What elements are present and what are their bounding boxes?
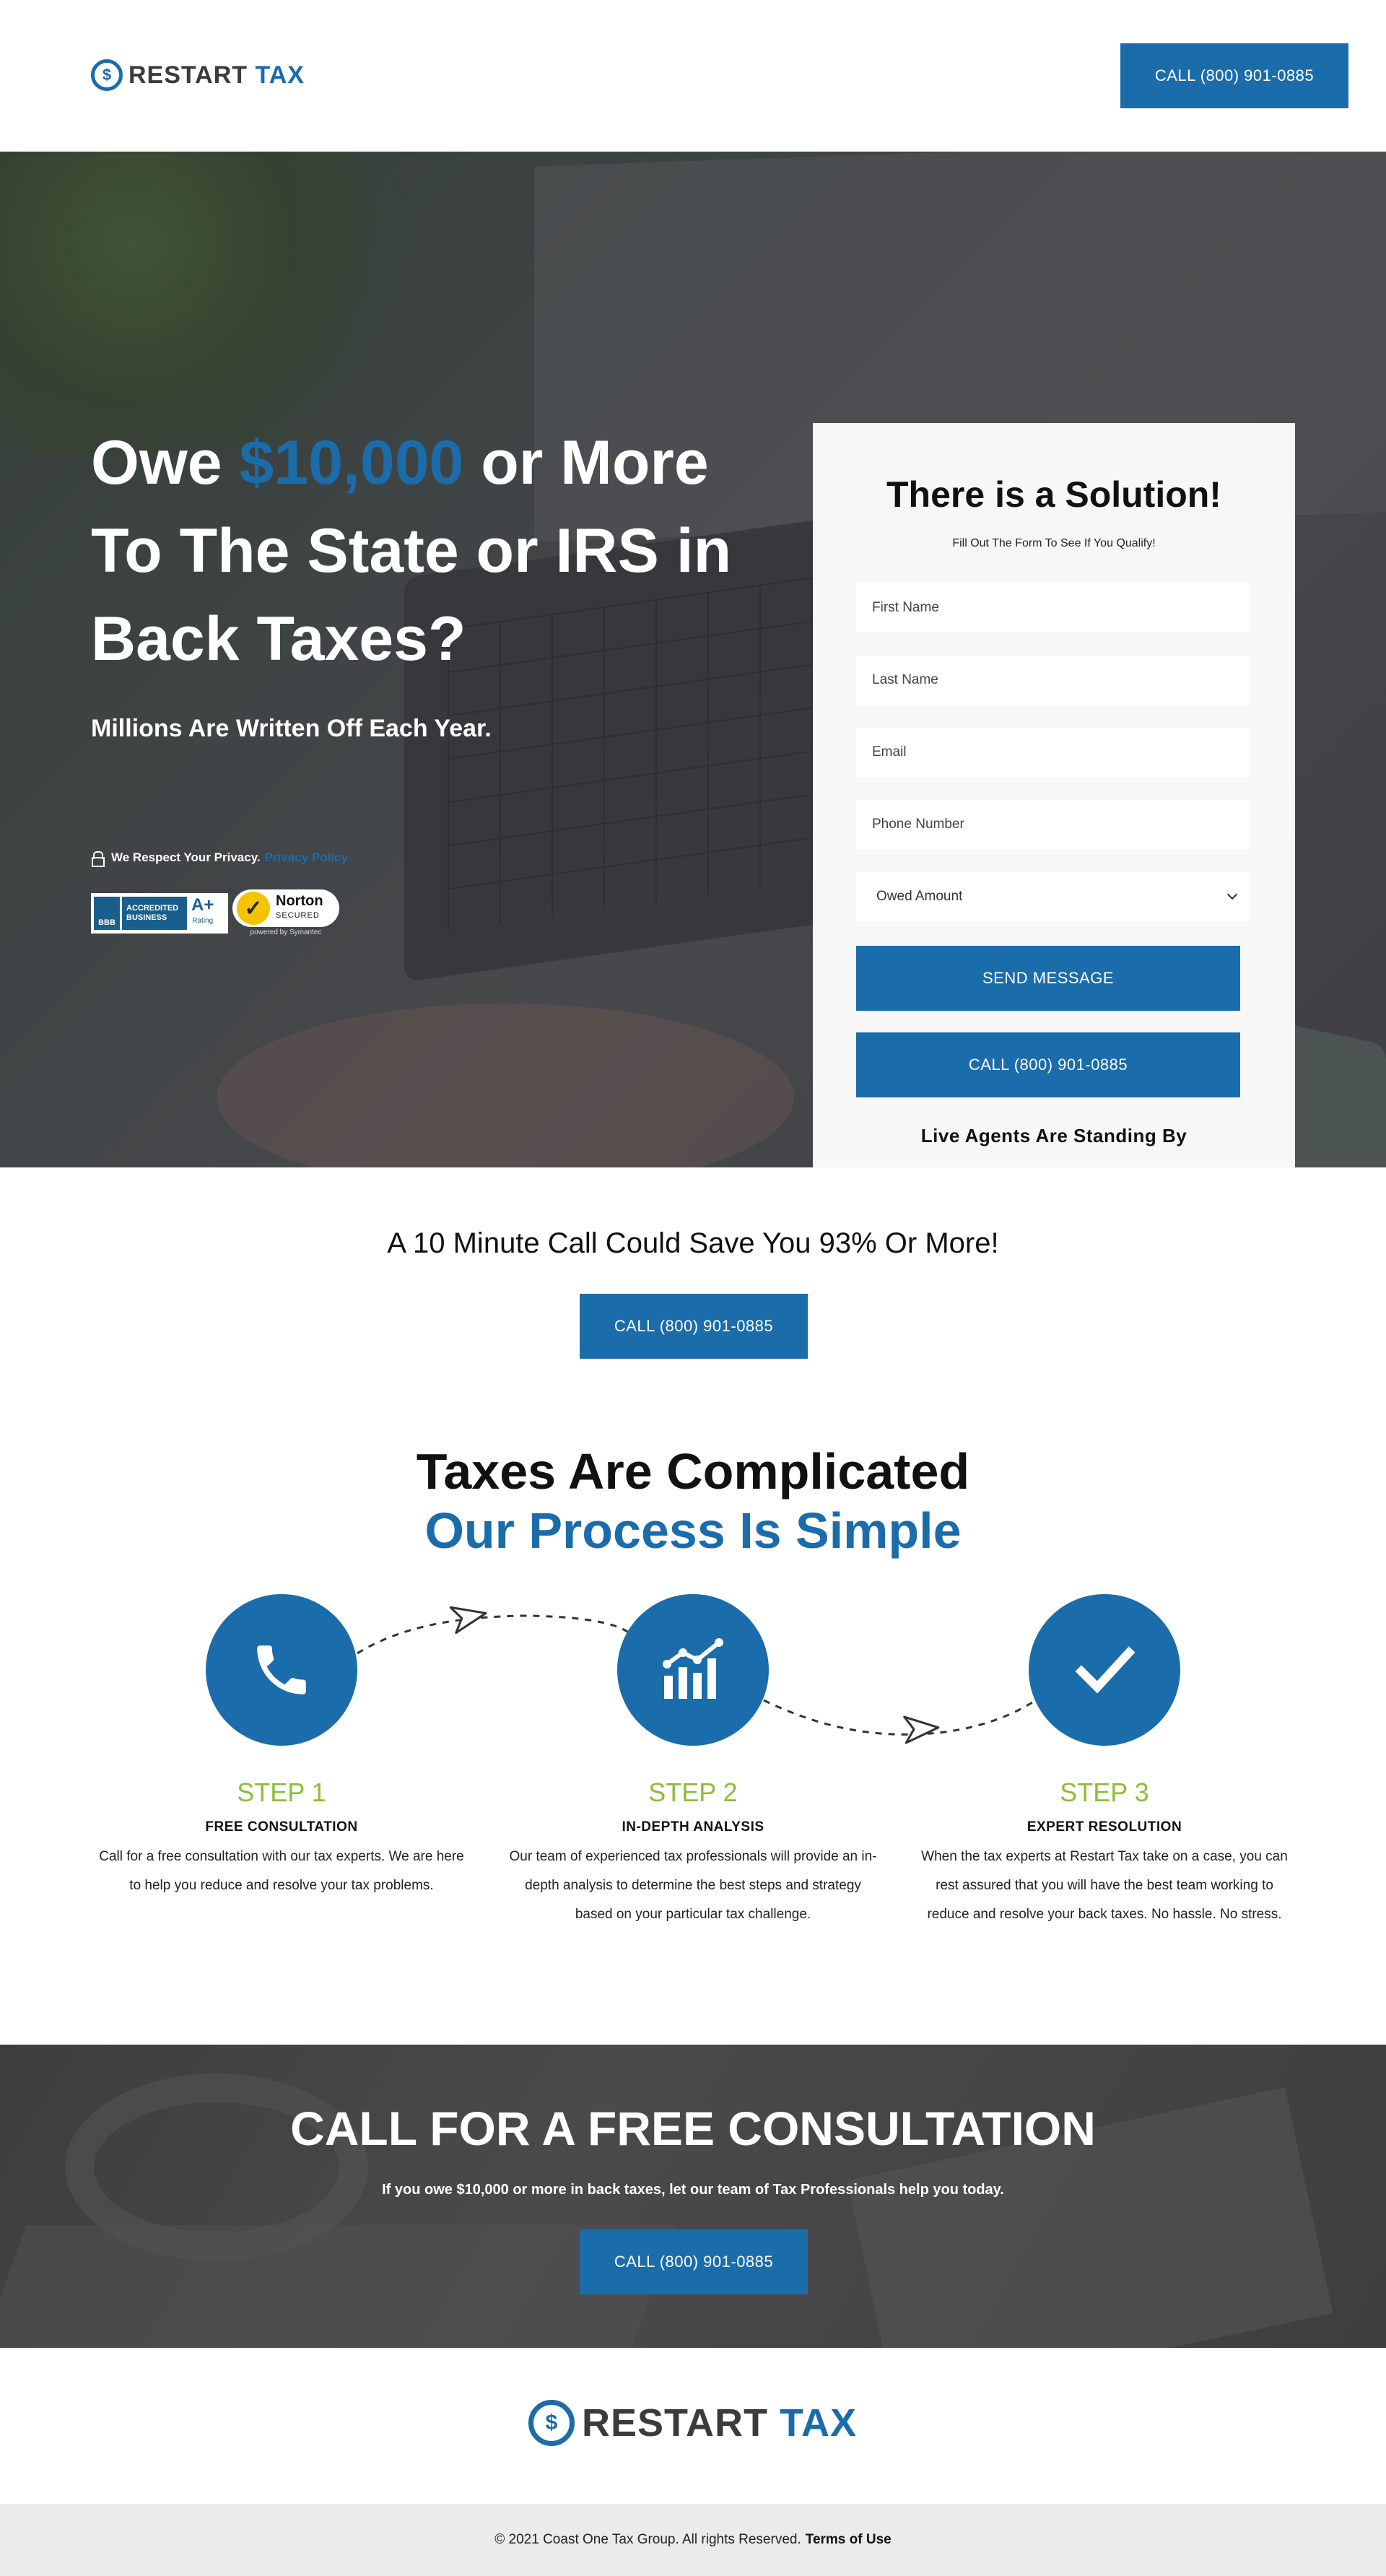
step2-description: Our team of experienced tax professional… [509,1849,877,1922]
lead-form: There is a Solution! Fill Out The Form T… [813,423,1295,1167]
dollar-logo-icon: $ [528,2400,575,2446]
send-message-button[interactable]: SEND MESSAGE [856,946,1240,1011]
hero-subtitle: Millions Are Written Off Each Year. [91,715,492,742]
hero-headline-amount: $10,000 [239,428,464,497]
phone-icon [257,1645,306,1694]
step1-circle [206,1594,357,1746]
norton-name: Norton [276,893,323,909]
bbb-rating-label: Rating [192,916,214,925]
privacy-text: We Respect Your Privacy. [111,850,261,864]
hero-section: Owe $10,000 or More To The State or IRS … [0,152,1386,1167]
step3-description: When the tax experts at Restart Tax take… [921,1849,1288,1922]
step3-label: STEP 3 [1060,1777,1149,1807]
first-name-field[interactable] [856,583,1250,632]
cta-section: CALL FOR A FREE CONSULTATION If you owe … [0,2045,1386,2348]
email-field[interactable] [856,728,1250,777]
header-call-button[interactable]: CALL (800) 901-0885 [1120,43,1348,108]
terms-of-use-link[interactable]: Terms of Use [806,2532,892,2548]
hero-headline: Owe $10,000 or More To The State or IRS … [91,419,755,683]
site-header: $ RESTART TAX CALL (800) 901-0885 [0,0,1386,152]
logo-wordmark: RESTART TAX [128,61,305,90]
norton-badge[interactable]: ✓ Norton SECURED powered by Symantec [232,889,339,936]
bbb-rating-grade: A+ [191,895,214,915]
footer-logo[interactable]: $ RESTART TAX [528,2400,857,2446]
step3-circle [1029,1594,1180,1746]
step2-name: IN-DEPTH ANALYSIS [622,1819,764,1835]
last-name-field[interactable] [856,656,1250,705]
cta-subtitle: If you owe $10,000 or more in back taxes… [382,2182,1004,2198]
norton-text: Norton SECURED [276,894,323,923]
cta-bg-shape [0,2225,676,2348]
step3-name: EXPERT RESOLUTION [1027,1819,1182,1835]
footer-bar: © 2021 Coast One Tax Group. All rights R… [0,2504,1386,2576]
cta-call-button[interactable]: CALL (800) 901-0885 [580,2229,808,2294]
form-subtitle: Fill Out The Form To See If You Qualify! [952,537,1156,549]
dollar-logo-icon: $ [91,59,123,91]
logo-word-restart: RESTART [128,61,248,89]
cta-title: CALL FOR A FREE CONSULTATION [290,2102,1096,2155]
owed-amount-value: Owed Amount [876,889,963,904]
logo-word-tax: TAX [255,61,305,89]
step1-name: FREE CONSULTATION [205,1819,358,1835]
bbb-logo-icon: BBB [94,896,120,930]
owed-amount-select[interactable]: Owed Amount [856,872,1250,921]
logo-word-tax: TAX [780,2401,858,2445]
process-title-line2: Our Process Is Simple [424,1502,962,1559]
restart-tax-logo[interactable]: $ RESTART TAX [91,59,305,91]
phone-number-field[interactable] [856,800,1250,849]
lock-icon [91,851,105,867]
trust-badges: BBB ACCREDITED BUSINESS A+ Rating ✓ Norto… [91,889,339,936]
logo-word-restart: RESTART [582,2401,768,2445]
paper-plane-icon [903,1715,940,1744]
checkmark-icon [1075,1646,1136,1694]
privacy-notice: We Respect Your Privacy. Privacy Policy [91,850,348,867]
process-title-line1: Taxes Are Complicated [416,1443,970,1500]
logo-wordmark: RESTART TAX [582,2401,857,2445]
mid-call-button[interactable]: CALL (800) 901-0885 [580,1294,808,1359]
hero-headline-part1: Owe [91,428,240,497]
form-call-button[interactable]: CALL (800) 901-0885 [856,1032,1240,1097]
step2-circle [617,1594,769,1746]
step1-label: STEP 1 [237,1777,326,1807]
live-agents-text: Live Agents Are Standing By [920,1125,1187,1146]
form-title: There is a Solution! [886,474,1221,515]
norton-secured: SECURED [276,911,320,920]
step1-description: Call for a free consultation with our ta… [99,1849,464,1893]
norton-pill: ✓ Norton SECURED [232,889,339,927]
norton-check-icon: ✓ [237,892,270,925]
norton-powered-by: powered by Symantec [250,928,322,936]
chevron-down-icon [1226,889,1238,900]
privacy-policy-link[interactable]: Privacy Policy [265,850,348,865]
save-headline: A 10 Minute Call Could Save You 93% Or M… [387,1227,999,1259]
bbb-badge[interactable]: BBB ACCREDITED BUSINESS A+ Rating [91,892,228,934]
chart-icon [663,1638,723,1699]
bbb-rating: A+ Rating [191,895,214,929]
step2-label: STEP 2 [648,1777,738,1807]
copyright-text: © 2021 Coast One Tax Group. All rights R… [494,2532,801,2547]
bbb-accredited-text: ACCREDITED BUSINESS [122,896,187,930]
